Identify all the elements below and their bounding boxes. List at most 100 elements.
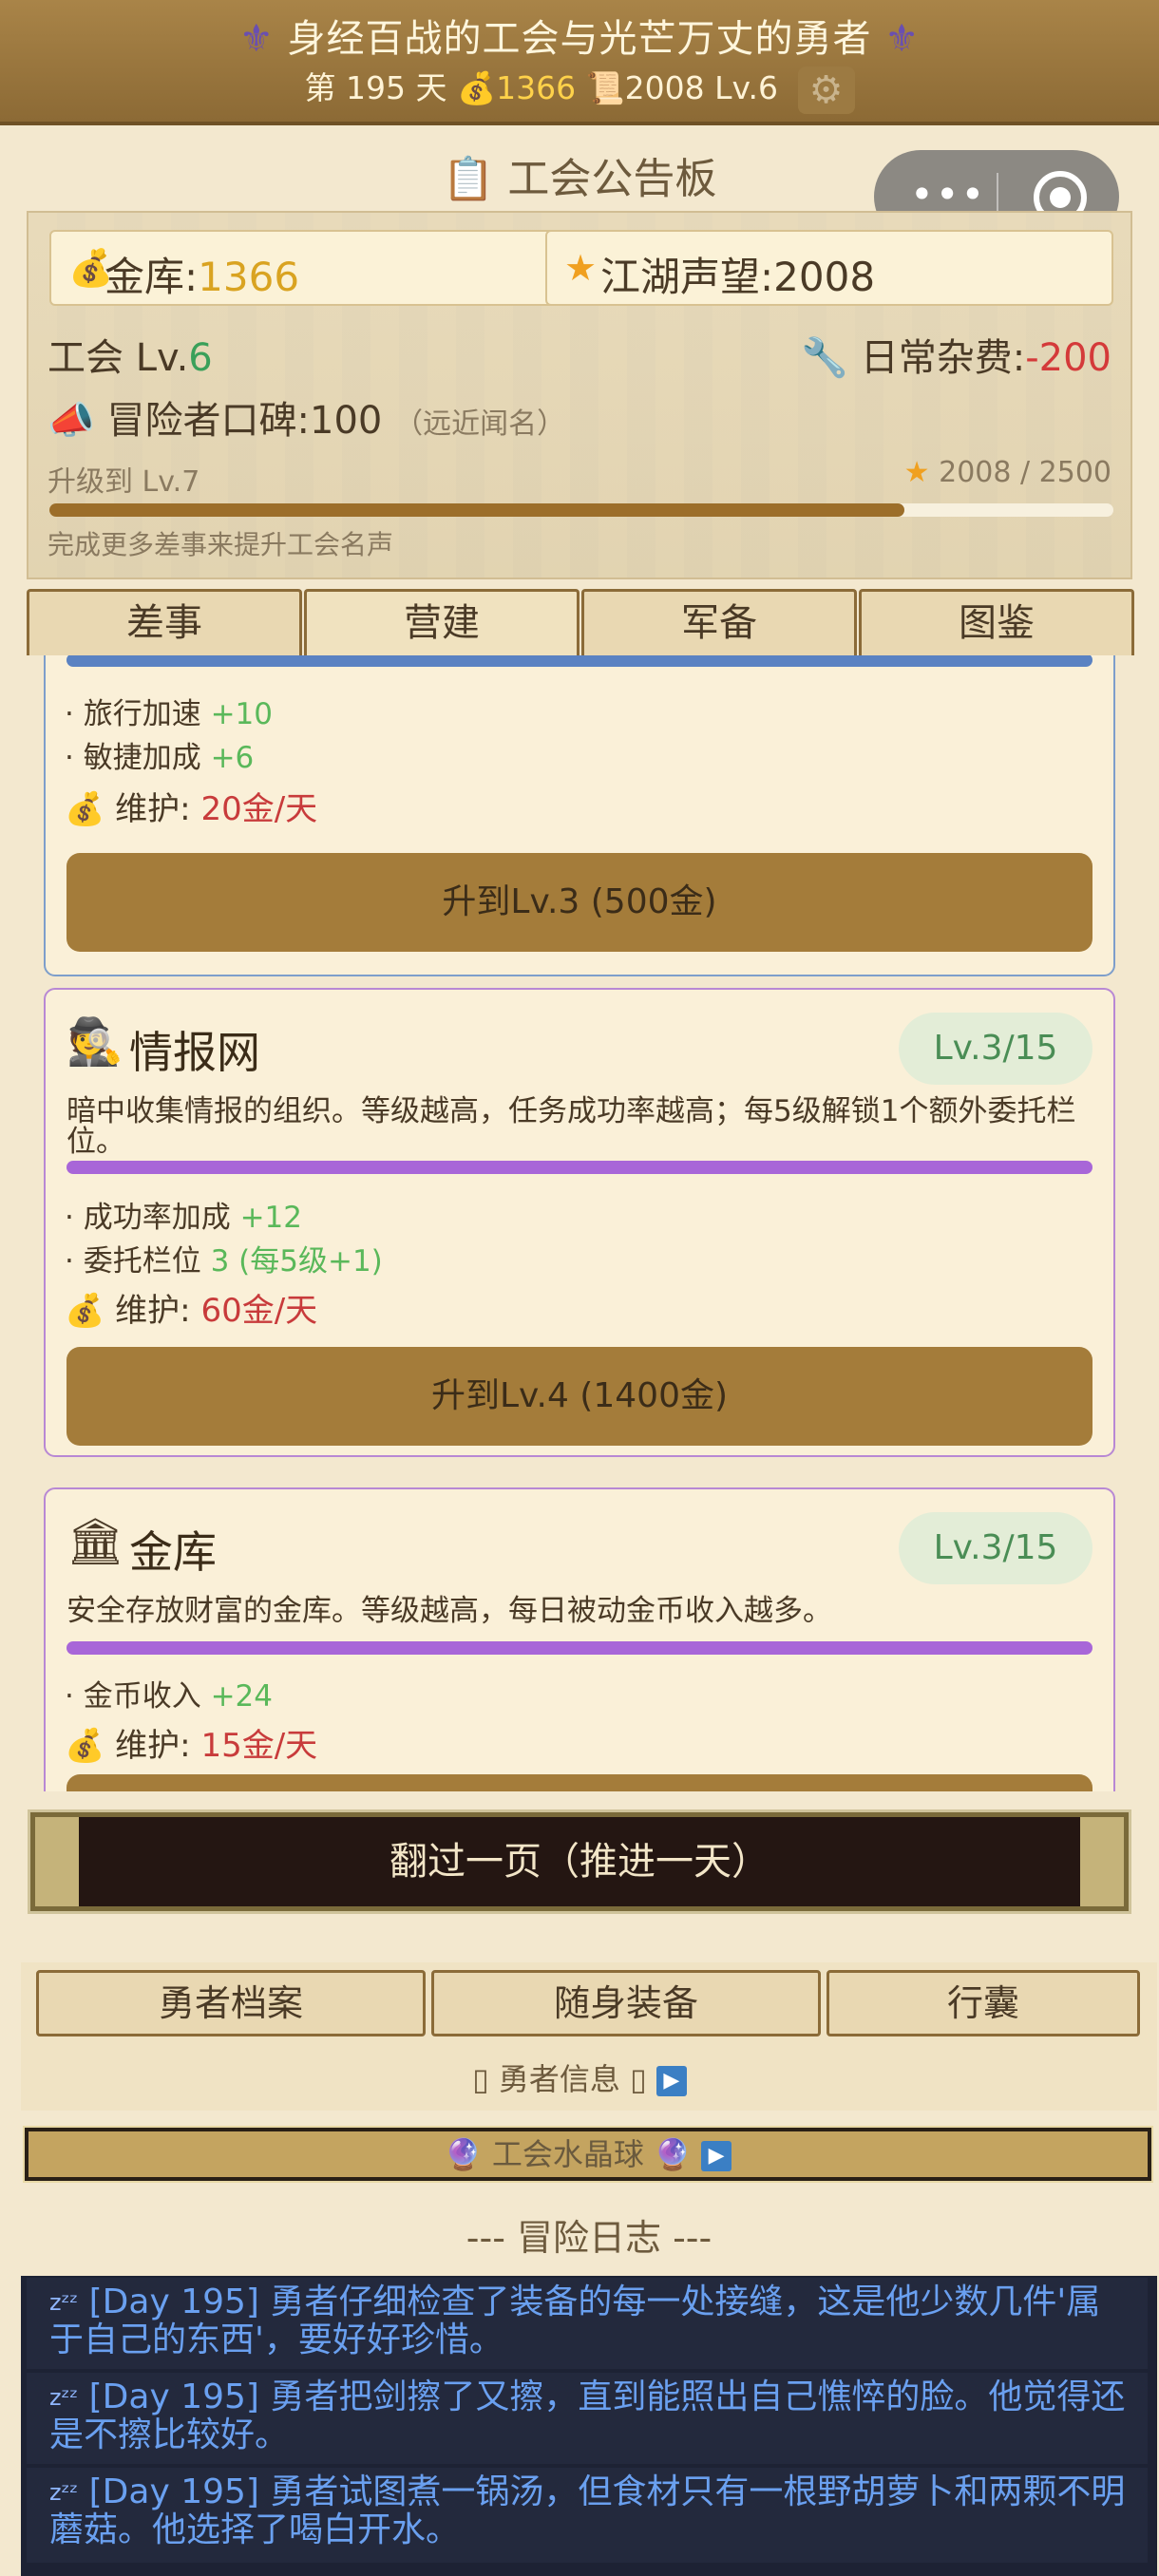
star-icon: ★ bbox=[903, 456, 930, 489]
upgrade-button[interactable]: 升到Lv.4 (1400金) bbox=[66, 1347, 1092, 1446]
adventure-log-title: --- 冒险日志 --- bbox=[21, 2200, 1157, 2276]
fleur-icon: ⚜ bbox=[238, 17, 275, 61]
log-entry-text: [Day 195] 勇者把剑擦了又擦，直到能照出自己憔悴的脸。他觉得还是不擦比较… bbox=[49, 2377, 1126, 2454]
clipboard-icon: 📋 bbox=[442, 155, 495, 203]
tab-hero-equipment[interactable]: 随身装备 bbox=[431, 1970, 821, 2036]
building-stat: · 金币收入 +24 bbox=[65, 1672, 273, 1714]
crystal-ball-label: 工会水晶球 bbox=[491, 2136, 644, 2172]
building-stat: · 敏捷加成 +6 bbox=[65, 733, 254, 776]
log-entry: zᶻᶻ [Day 195] 勇者试图煮一锅汤，但食材只有一根野胡萝卜和两颗不明蘑… bbox=[27, 2468, 1148, 2563]
upkeep-value: 20金/天 bbox=[200, 790, 318, 828]
missing-glyph-icon: ▯ bbox=[630, 2061, 647, 2097]
game-title-text: 身经百战的工会与光芒万丈的勇者 bbox=[287, 17, 872, 61]
fleur-icon: ⚜ bbox=[884, 17, 921, 61]
reputation-label: 冒险者口碑: bbox=[106, 399, 311, 443]
game-title: ⚜ 身经百战的工会与光芒万丈的勇者 ⚜ bbox=[0, 8, 1159, 63]
reputation-note: （远近闻名） bbox=[394, 407, 566, 441]
stat-label: · 旅行加速 bbox=[65, 697, 201, 731]
upkeep-value: 15金/天 bbox=[200, 1727, 318, 1765]
hero-info-toggle[interactable]: ▯ 勇者信息 ▯ ▶ bbox=[0, 2055, 1159, 2099]
upkeep: 💰 维护: 15金/天 bbox=[65, 1719, 317, 1766]
money-bag-icon: 💰 bbox=[65, 790, 105, 828]
treasury-box: 💰 金库:1366 bbox=[49, 230, 555, 306]
upkeep: 💰 维护: 20金/天 bbox=[65, 783, 317, 829]
top-header: ⚜ 身经百战的工会与光芒万丈的勇者 ⚜ 第 195 天 💰1366 📜2008 … bbox=[0, 0, 1159, 125]
log-entry-text: [Day 195] 勇者仔细检查了装备的每一处接缝，这是他少数几件'属于自己的东… bbox=[49, 2282, 1101, 2359]
stat-label: · 委托栏位 bbox=[65, 1244, 201, 1279]
day-suffix: 天 bbox=[415, 69, 447, 106]
megaphone-icon: 📣 bbox=[48, 399, 95, 443]
building-description: 安全存放财富的金库。等级越高，每日被动金币收入越多。 bbox=[66, 1594, 832, 1628]
crystal-ball-icon: 🔮 bbox=[654, 2136, 692, 2172]
building-description: 暗中收集情报的组织。等级越高，任务成功率越高；每5级解锁1个额外委托栏位。 bbox=[66, 1094, 1076, 1159]
upgrade-target-label: 升级到 Lv.7 bbox=[48, 465, 200, 499]
building-list[interactable]: · 旅行加速 +10 · 敏捷加成 +6 💰 维护: 20金/天 升到Lv.3 … bbox=[27, 655, 1132, 1791]
tab-armory[interactable]: 军备 bbox=[581, 589, 857, 655]
tab-encyclopedia[interactable]: 图鉴 bbox=[859, 589, 1134, 655]
tab-hero-bag[interactable]: 行囊 bbox=[826, 1970, 1140, 2036]
upgrade-button[interactable] bbox=[66, 1774, 1092, 1791]
spy-icon: 🕵 bbox=[66, 1015, 124, 1069]
guild-level: 工会 Lv.6 bbox=[48, 327, 213, 382]
header-stats: 第 195 天 💰1366 📜2008 Lv.6 ⚙ bbox=[0, 63, 1159, 114]
daily-cost-label: 日常杂费: bbox=[860, 336, 1026, 380]
board-hint: 完成更多差事来提升工会名声 bbox=[48, 529, 394, 560]
building-stat: · 旅行加速 +10 bbox=[65, 690, 273, 732]
money-bag-icon: 💰 bbox=[457, 69, 497, 106]
star-icon: ★ bbox=[564, 247, 598, 289]
money-bag-icon: 💰 bbox=[65, 1292, 105, 1330]
stat-label: · 成功率加成 bbox=[65, 1201, 231, 1235]
daily-cost-value: -200 bbox=[1025, 336, 1112, 380]
stat-value: +6 bbox=[210, 741, 255, 775]
play-icon: ▶ bbox=[656, 2066, 687, 2096]
frame-corner bbox=[35, 1817, 79, 1906]
crystal-ball-icon: 🔮 bbox=[444, 2136, 483, 2172]
guild-level-label: 工会 Lv. bbox=[48, 336, 189, 380]
building-level-badge: Lv.3/15 bbox=[899, 1512, 1092, 1584]
stat-value: 3 (每5级+1) bbox=[210, 1244, 383, 1279]
fame-value: 2008 bbox=[773, 254, 876, 300]
treasury-value: 1366 bbox=[198, 254, 300, 300]
advance-day-label: 翻过一页（推进一天） bbox=[390, 1840, 770, 1884]
building-card-treasury: 🏛 金库 Lv.3/15 安全存放财富的金库。等级越高，每日被动金币收入越多。 … bbox=[44, 1487, 1115, 1791]
tab-construction[interactable]: 营建 bbox=[304, 589, 580, 655]
building-level-bar bbox=[66, 1641, 1092, 1655]
money-bag-icon: 💰 bbox=[65, 1727, 105, 1765]
log-entry-text: [Day 195] 勇者试图煮一锅汤，但食材只有一根野胡萝卜和两颗不明蘑菇。他选… bbox=[49, 2472, 1126, 2549]
gear-icon: ⚙ bbox=[808, 67, 844, 112]
treasury-label: 金库: bbox=[104, 254, 199, 300]
settings-gear-button[interactable]: ⚙ bbox=[797, 66, 855, 114]
building-level-bar bbox=[66, 655, 1092, 667]
sleep-icon: zᶻᶻ bbox=[49, 2479, 79, 2506]
stat-label: · 金币收入 bbox=[65, 1679, 201, 1714]
level-progress-text: ★ 2008 / 2500 bbox=[904, 456, 1112, 489]
building-name: 金库 bbox=[129, 1526, 217, 1578]
tab-errands[interactable]: 差事 bbox=[27, 589, 302, 655]
day-prefix: 第 bbox=[304, 69, 336, 106]
stat-label: · 敏捷加成 bbox=[65, 741, 201, 775]
stat-value: +24 bbox=[210, 1679, 273, 1714]
upkeep-label: 维护: bbox=[115, 1292, 191, 1330]
guild-level-value: 6 bbox=[188, 336, 213, 380]
crystal-ball-button[interactable]: 🔮 工会水晶球 🔮 ▶ bbox=[23, 2126, 1153, 2183]
upgrade-button[interactable]: 升到Lv.3 (500金) bbox=[66, 853, 1092, 952]
fame-label: 江湖声望: bbox=[600, 254, 774, 300]
upkeep-label: 维护: bbox=[115, 1727, 191, 1765]
day-count: 195 bbox=[346, 69, 406, 106]
header-gold: 1366 bbox=[496, 69, 577, 106]
level-progress-value: 2008 / 2500 bbox=[939, 456, 1112, 489]
board-title: 📋 工会公告板 bbox=[0, 144, 1159, 205]
level-progress-fill bbox=[49, 503, 904, 517]
tab-hero-profile[interactable]: 勇者档案 bbox=[36, 1970, 426, 2036]
header-level: Lv.6 bbox=[714, 69, 778, 106]
building-stat: · 委托栏位 3 (每5级+1) bbox=[65, 1237, 383, 1279]
sleep-icon: zᶻᶻ bbox=[49, 2384, 79, 2411]
guild-board: 💰 金库:1366 ★ 江湖声望:2008 工会 Lv.6 🔧 日常杂费:-20… bbox=[27, 211, 1132, 579]
advance-day-button[interactable]: 翻过一页（推进一天） bbox=[28, 1809, 1131, 1914]
sleep-icon: zᶻᶻ bbox=[49, 2289, 79, 2316]
board-title-text: 工会公告板 bbox=[507, 155, 717, 203]
reputation: 📣 冒险者口碑:100 （远近闻名） bbox=[48, 389, 565, 445]
fame-box: ★ 江湖声望:2008 bbox=[545, 230, 1113, 306]
wrench-icon: 🔧 bbox=[801, 336, 849, 380]
log-entry: zᶻᶻ [Day 195] 勇者把剑擦了又擦，直到能照出自己憔悴的脸。他觉得还是… bbox=[27, 2373, 1148, 2464]
